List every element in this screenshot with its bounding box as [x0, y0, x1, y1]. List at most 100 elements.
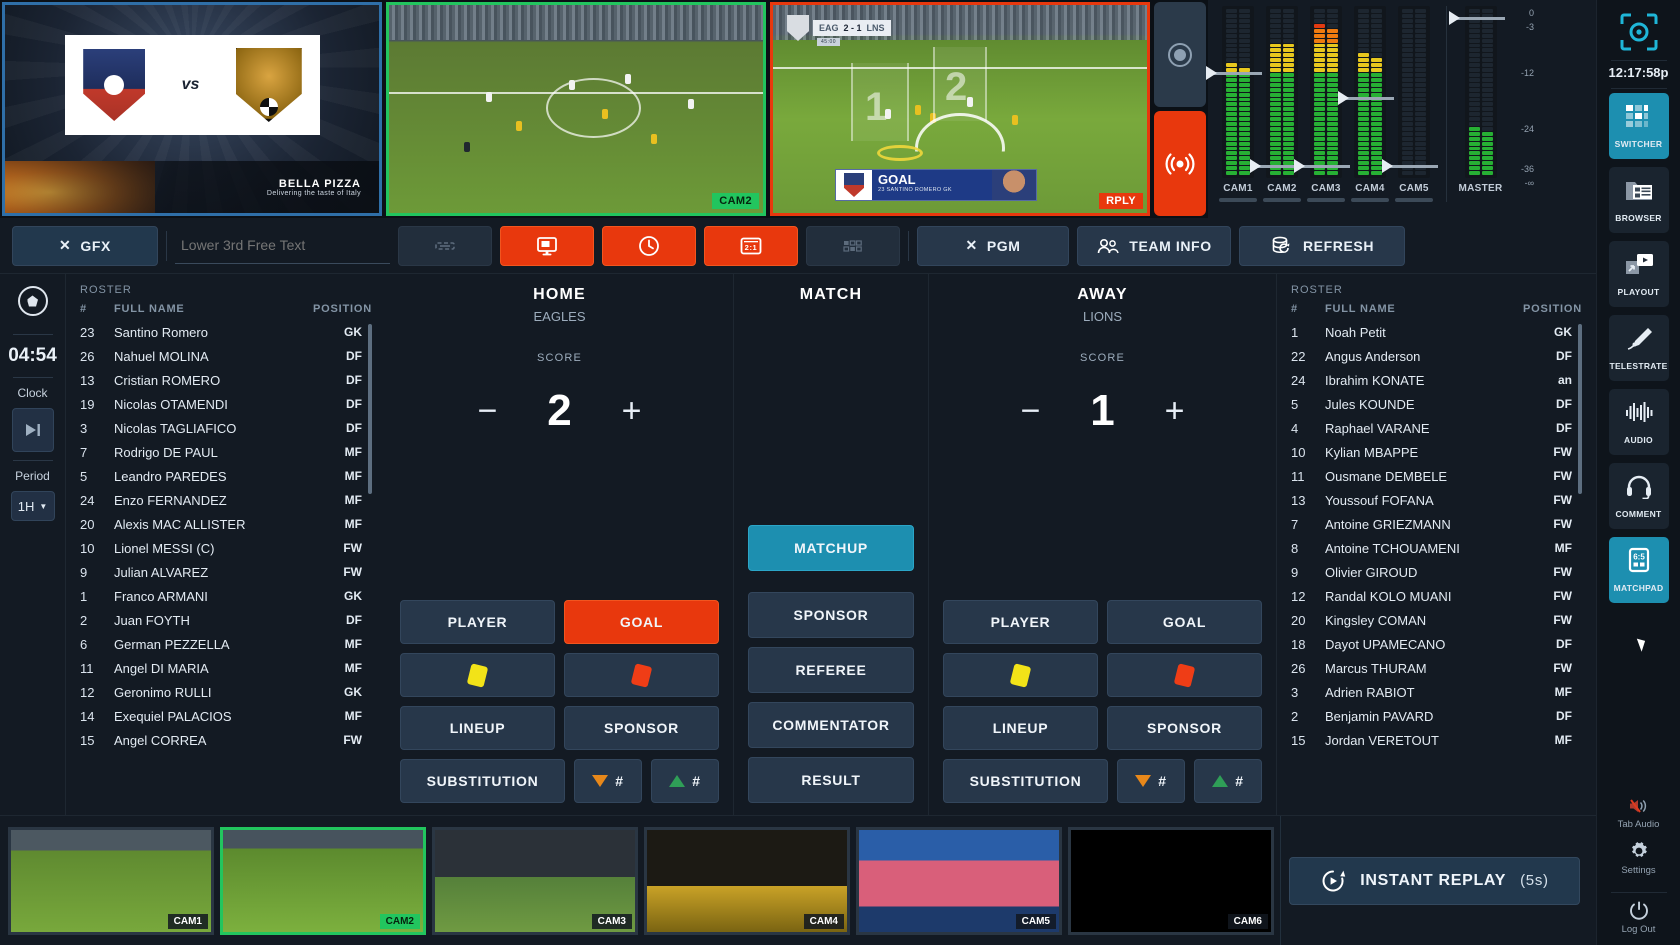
table-row[interactable]: 26 Nahuel MOLINA DF: [80, 344, 362, 368]
nav-item-matchpad[interactable]: 6:5 MATCHPAD: [1608, 537, 1669, 603]
away-red-card-button[interactable]: [1107, 653, 1262, 697]
home-substitution-button[interactable]: SUBSTITUTION: [400, 759, 565, 803]
away-score-decrement[interactable]: −: [1016, 394, 1046, 428]
nav-item-playout[interactable]: PLAYOUT: [1608, 241, 1669, 307]
table-row[interactable]: 1 Franco ARMANI GK: [80, 584, 362, 608]
match-sponsor-button[interactable]: SPONSOR: [748, 592, 914, 638]
stream-live-button[interactable]: [1154, 111, 1206, 216]
away-sub-out-button[interactable]: #: [1117, 759, 1185, 803]
gfx-preview-monitor[interactable]: vs BELLA PIZZA Delivering the taste of I…: [2, 2, 382, 216]
nav-item-comment[interactable]: COMMENT: [1608, 463, 1669, 529]
fader-handle[interactable]: [1206, 65, 1262, 80]
grid-layout-button[interactable]: [806, 225, 900, 266]
match-result-button[interactable]: RESULT: [748, 757, 914, 803]
home-goal-button[interactable]: GOAL: [564, 600, 719, 644]
table-row[interactable]: 10 Lionel MESSI (C) FW: [80, 536, 362, 560]
camera-thumbnail-cam2[interactable]: CAM2: [220, 826, 426, 935]
instant-replay-button[interactable]: INSTANT REPLAY (5s): [1289, 856, 1580, 905]
away-lineup-button[interactable]: LINEUP: [943, 706, 1098, 750]
fader-handle[interactable]: [1338, 91, 1394, 106]
table-row[interactable]: 6 German PEZZELLA MF: [80, 632, 362, 656]
table-row[interactable]: 2 Juan FOYTH DF: [80, 608, 362, 632]
home-roster-scrollbar[interactable]: [368, 324, 372, 494]
home-score-decrement[interactable]: −: [473, 394, 503, 428]
table-row[interactable]: 4 Raphael VARANE DF: [1291, 416, 1572, 440]
table-row[interactable]: 18 Dayot UPAMECANO DF: [1291, 632, 1572, 656]
table-row[interactable]: 13 Cristian ROMERO DF: [80, 368, 362, 392]
camera-thumbnail-cam6[interactable]: CAM6: [1068, 826, 1274, 935]
away-roster-scrollbar[interactable]: [1578, 324, 1582, 494]
table-row[interactable]: 22 Angus Anderson DF: [1291, 344, 1572, 368]
away-sponsor-button[interactable]: SPONSOR: [1107, 706, 1262, 750]
table-row[interactable]: 24 Enzo FERNANDEZ MF: [80, 488, 362, 512]
clock-play-button[interactable]: [11, 408, 54, 452]
fader-handle[interactable]: [1448, 11, 1505, 26]
table-row[interactable]: 3 Nicolas TAGLIAFICO DF: [80, 416, 362, 440]
home-player-button[interactable]: PLAYER: [400, 600, 555, 644]
home-roster-list[interactable]: 23 Santino Romero GK 26 Nahuel MOLINA DF 13 Cri…: [80, 320, 372, 815]
home-red-card-button[interactable]: [564, 653, 719, 697]
nav-item-switcher[interactable]: SWITCHER: [1608, 93, 1669, 159]
pgm-clear-button[interactable]: ✕ PGM: [917, 225, 1069, 266]
away-score-increment[interactable]: +: [1160, 394, 1190, 428]
away-sub-in-button[interactable]: #: [1194, 759, 1262, 803]
fader-handle[interactable]: [1382, 158, 1438, 173]
table-row[interactable]: 13 Youssouf FOFANA FW: [1291, 488, 1572, 512]
refresh-button[interactable]: REFRESH: [1239, 225, 1405, 266]
home-sub-in-button[interactable]: #: [651, 759, 719, 803]
channel-trim-slider[interactable]: [1263, 198, 1301, 202]
home-sub-out-button[interactable]: #: [574, 759, 642, 803]
table-row[interactable]: 20 Alexis MAC ALLISTER MF: [80, 512, 362, 536]
table-row[interactable]: 11 Ousmane DEMBELE FW: [1291, 464, 1572, 488]
away-substitution-button[interactable]: SUBSTITUTION: [943, 759, 1108, 803]
table-row[interactable]: 1 Noah Petit GK: [1291, 320, 1572, 344]
lower-third-toggle-button[interactable]: [398, 225, 492, 266]
table-row[interactable]: 19 Nicolas OTAMENDI DF: [80, 392, 362, 416]
record-standby-button[interactable]: [1154, 2, 1206, 107]
nav-item-browser[interactable]: BROWSER: [1608, 167, 1669, 233]
period-select[interactable]: 1H ▼: [10, 491, 55, 521]
settings-button[interactable]: Settings: [1609, 840, 1669, 876]
home-sponsor-button[interactable]: SPONSOR: [564, 706, 719, 750]
match-matchup-button[interactable]: MATCHUP: [748, 525, 914, 571]
away-roster-list[interactable]: 1 Noah Petit GK 22 Angus Anderson DF 24 Ibrahim…: [1291, 320, 1582, 815]
channel-trim-slider[interactable]: [1351, 198, 1389, 202]
camera-thumbnail-cam1[interactable]: CAM1: [8, 826, 214, 935]
soccer-ball-icon[interactable]: [17, 286, 48, 316]
channel-trim-slider[interactable]: [1219, 198, 1257, 202]
table-row[interactable]: 20 Kingsley COMAN FW: [1291, 608, 1572, 632]
table-row[interactable]: 7 Rodrigo DE PAUL MF: [80, 440, 362, 464]
table-row[interactable]: 2 Benjamin PAVARD DF: [1291, 704, 1572, 728]
table-row[interactable]: 23 Santino Romero GK: [80, 320, 362, 344]
table-row[interactable]: 12 Geronimo RULLI GK: [80, 680, 362, 704]
away-goal-button[interactable]: GOAL: [1107, 600, 1262, 644]
table-row[interactable]: 24 Ibrahim KONATE an: [1291, 368, 1572, 392]
table-row[interactable]: 7 Antoine GRIEZMANN FW: [1291, 512, 1572, 536]
table-row[interactable]: 3 Adrien RABIOT MF: [1291, 680, 1572, 704]
table-row[interactable]: 5 Jules KOUNDE DF: [1291, 392, 1572, 416]
table-row[interactable]: 15 Jordan VERETOUT MF: [1291, 728, 1572, 752]
home-yellow-card-button[interactable]: [400, 653, 555, 697]
scoreboard-gfx-button[interactable]: 2:1: [704, 225, 798, 266]
table-row[interactable]: 14 Exequiel PALACIOS MF: [80, 704, 362, 728]
clock-gfx-button[interactable]: [602, 225, 696, 266]
camera-thumbnail-cam3[interactable]: CAM3: [432, 826, 638, 935]
preview-monitor[interactable]: CAM2: [386, 2, 766, 216]
match-referee-button[interactable]: REFEREE: [748, 647, 914, 693]
camera-thumbnail-cam5[interactable]: CAM5: [856, 826, 1062, 935]
tab-audio-button[interactable]: Tab Audio: [1609, 796, 1669, 830]
monitor-gfx-button[interactable]: [500, 225, 594, 266]
logout-button[interactable]: Log Out: [1609, 899, 1669, 935]
channel-trim-slider[interactable]: [1395, 198, 1433, 202]
away-player-button[interactable]: PLAYER: [943, 600, 1098, 644]
home-score-increment[interactable]: +: [617, 394, 647, 428]
table-row[interactable]: 11 Angel DI MARIA MF: [80, 656, 362, 680]
lower-third-text-input[interactable]: [175, 227, 390, 264]
team-info-button[interactable]: TEAM INFO: [1077, 225, 1231, 266]
program-monitor[interactable]: 1 2 EAG 2 - 1 LNS 45:00 GOAL 23 SANTINO …: [770, 2, 1150, 216]
table-row[interactable]: 5 Leandro PAREDES MF: [80, 464, 362, 488]
table-row[interactable]: 10 Kylian MBAPPE FW: [1291, 440, 1572, 464]
audio-channel-cam5[interactable]: CAM5: [1382, 6, 1438, 202]
nav-item-telestrate[interactable]: TELESTRATE: [1608, 315, 1669, 381]
fader-handle[interactable]: [1294, 158, 1350, 173]
